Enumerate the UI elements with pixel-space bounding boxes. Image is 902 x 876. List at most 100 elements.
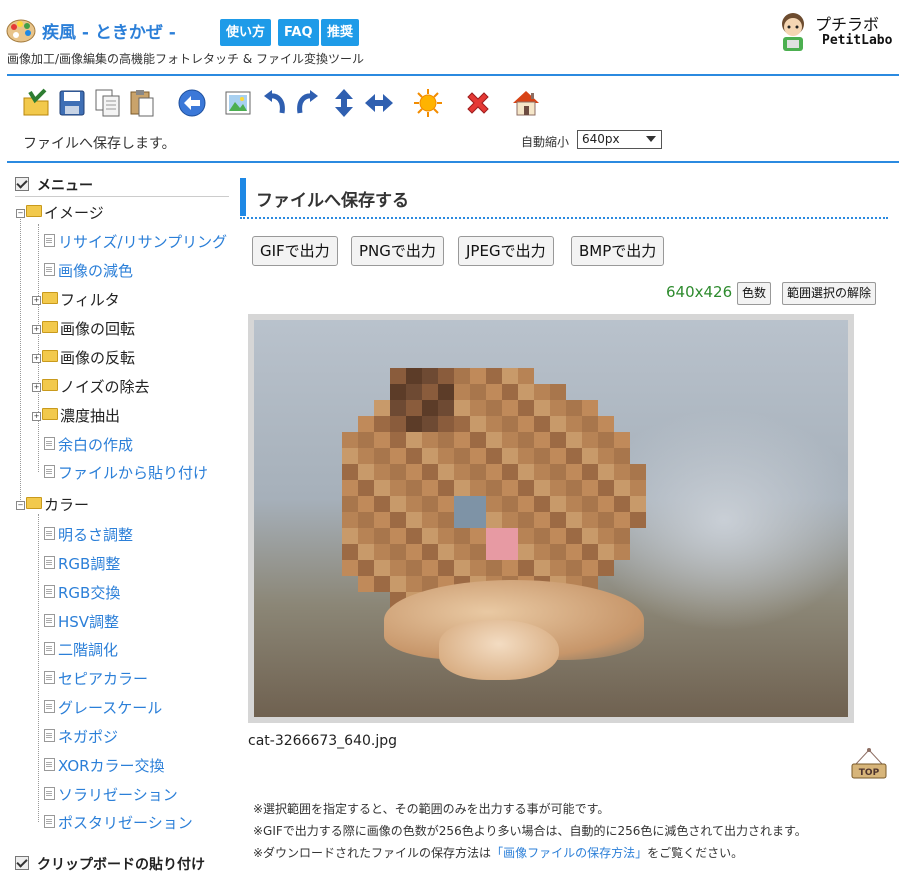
expand-icon[interactable]: + <box>32 412 41 421</box>
mosaic-pixel <box>454 368 470 384</box>
mosaic-pixel <box>630 496 646 512</box>
menu-item-brightness[interactable]: 明るさ調整 <box>44 524 133 545</box>
expand-icon[interactable]: + <box>32 354 41 363</box>
expand-icon[interactable]: + <box>32 383 41 392</box>
delete-x-icon[interactable] <box>462 87 494 119</box>
save-method-link[interactable]: 「画像ファイルの保存方法」 <box>491 846 647 860</box>
mosaic-pixel <box>614 464 630 480</box>
folder-icon <box>42 350 58 362</box>
mosaic-pixel <box>566 432 582 448</box>
mosaic-pixel <box>406 496 422 512</box>
menu-item-negative[interactable]: ネガポジ <box>44 726 118 747</box>
mosaic-pixel <box>374 432 390 448</box>
mascot-logo-icon[interactable] <box>776 10 810 54</box>
mosaic-pixel <box>422 464 438 480</box>
checkbox-icon[interactable] <box>15 856 29 870</box>
mosaic-pixel <box>550 384 566 400</box>
mosaic-pixel <box>518 368 534 384</box>
mosaic-pixel <box>470 464 486 480</box>
usage-button[interactable]: 使い方 <box>220 19 272 46</box>
app-title[interactable]: 疾風 - ときかぜ - <box>42 18 176 43</box>
collapse-icon[interactable]: − <box>16 209 25 218</box>
brand-name[interactable]: プチラボ <box>815 11 879 35</box>
rotate-left-icon[interactable] <box>258 87 290 119</box>
paste-icon[interactable] <box>126 87 158 119</box>
jpeg-export-button[interactable]: JPEGで出力 <box>458 236 554 266</box>
menu-item-resize[interactable]: リサイズ/リサンプリング <box>44 231 227 252</box>
checkbox-icon[interactable] <box>15 177 29 191</box>
folder-filter[interactable]: + フィルタ <box>32 289 120 310</box>
mosaic-pixel <box>534 528 550 544</box>
menu-item-posterization[interactable]: ポスタリゼーション <box>44 812 193 833</box>
menu-item-paste-from-file[interactable]: ファイルから貼り付け <box>44 462 208 483</box>
mosaic-pixel <box>518 384 534 400</box>
menu-item-rgb-swap[interactable]: RGB交換 <box>44 582 120 603</box>
menu-item-xor-color[interactable]: XORカラー交換 <box>44 755 165 776</box>
top-label: TOP <box>859 768 880 778</box>
document-icon <box>44 614 55 627</box>
mosaic-pixel <box>566 560 582 576</box>
mosaic-pixel <box>598 528 614 544</box>
folder-image[interactable]: − イメージ <box>16 202 104 223</box>
folder-flip[interactable]: + 画像の反転 <box>32 347 135 368</box>
toolbar-divider <box>7 161 899 163</box>
rotate-right-icon[interactable] <box>292 87 324 119</box>
clipboard-heading[interactable]: クリップボードの貼り付け <box>15 854 205 874</box>
mosaic-pixel <box>454 384 470 400</box>
mosaic-pixel <box>582 560 598 576</box>
folder-rotate[interactable]: + 画像の回転 <box>32 318 135 339</box>
mosaic-pixel <box>342 464 358 480</box>
back-arrow-icon[interactable] <box>176 87 208 119</box>
menu-item-reduce-colors[interactable]: 画像の減色 <box>44 260 133 281</box>
mosaic-pixel <box>518 560 534 576</box>
mosaic-pixel <box>406 432 422 448</box>
folder-density[interactable]: + 濃度抽出 <box>32 405 120 426</box>
image-icon[interactable] <box>222 87 254 119</box>
mosaic-pixel <box>566 512 582 528</box>
kitten-paw <box>439 620 559 680</box>
menu-heading[interactable]: メニュー <box>15 175 93 195</box>
clear-selection-button[interactable]: 範囲選択の解除 <box>782 282 877 305</box>
mosaic-pixel <box>598 560 614 576</box>
mosaic-pixel <box>470 416 486 432</box>
expand-icon[interactable]: + <box>32 325 41 334</box>
menu-item-binarize[interactable]: 二階調化 <box>44 639 118 660</box>
bmp-export-button[interactable]: BMPで出力 <box>571 236 665 266</box>
menu-item-hsv-adjust[interactable]: HSV調整 <box>44 611 119 632</box>
collapse-icon[interactable]: − <box>16 501 25 510</box>
mosaic-pixel <box>518 528 534 544</box>
image-canvas[interactable] <box>254 320 848 717</box>
mosaic-pixel <box>342 512 358 528</box>
menu-item-sepia[interactable]: セピアカラー <box>44 668 148 689</box>
color-count-button[interactable]: 色数 <box>737 282 772 305</box>
auto-shrink-label: 自動縮小 <box>521 135 570 149</box>
mosaic-pixel <box>614 512 630 528</box>
save-disk-icon[interactable] <box>56 87 88 119</box>
menu-item-grayscale[interactable]: グレースケール <box>44 697 162 718</box>
document-icon <box>44 758 55 771</box>
flip-horizontal-icon[interactable] <box>363 87 395 119</box>
gif-export-button[interactable]: GIFで出力 <box>252 236 338 266</box>
png-export-button[interactable]: PNGで出力 <box>351 236 444 266</box>
mosaic-pixel <box>390 416 406 432</box>
tree-line <box>20 212 21 504</box>
open-file-icon[interactable] <box>20 87 52 119</box>
folder-noise[interactable]: + ノイズの除去 <box>32 376 150 397</box>
brand-name-latin[interactable]: PetitLabo <box>822 33 892 48</box>
auto-shrink-select[interactable]: 640px <box>577 130 662 149</box>
folder-color[interactable]: − カラー <box>16 494 89 515</box>
expand-icon[interactable]: + <box>32 296 41 305</box>
menu-item-rgb-adjust[interactable]: RGB調整 <box>44 553 120 574</box>
copy-icon[interactable] <box>92 87 124 119</box>
faq-button[interactable]: FAQ <box>278 19 319 46</box>
sun-icon[interactable] <box>412 87 444 119</box>
menu-item-solarization[interactable]: ソラリゼーション <box>44 784 178 805</box>
flip-vertical-icon[interactable] <box>328 87 360 119</box>
home-icon[interactable] <box>510 87 542 119</box>
mosaic-pixel <box>422 528 438 544</box>
menu-item-label: 画像の減色 <box>58 262 134 280</box>
recommend-button[interactable]: 推奨 <box>321 19 360 46</box>
mosaic-pixel <box>406 576 422 592</box>
menu-item-margin[interactable]: 余白の作成 <box>44 434 133 455</box>
back-to-top-icon[interactable]: TOP <box>850 746 888 780</box>
